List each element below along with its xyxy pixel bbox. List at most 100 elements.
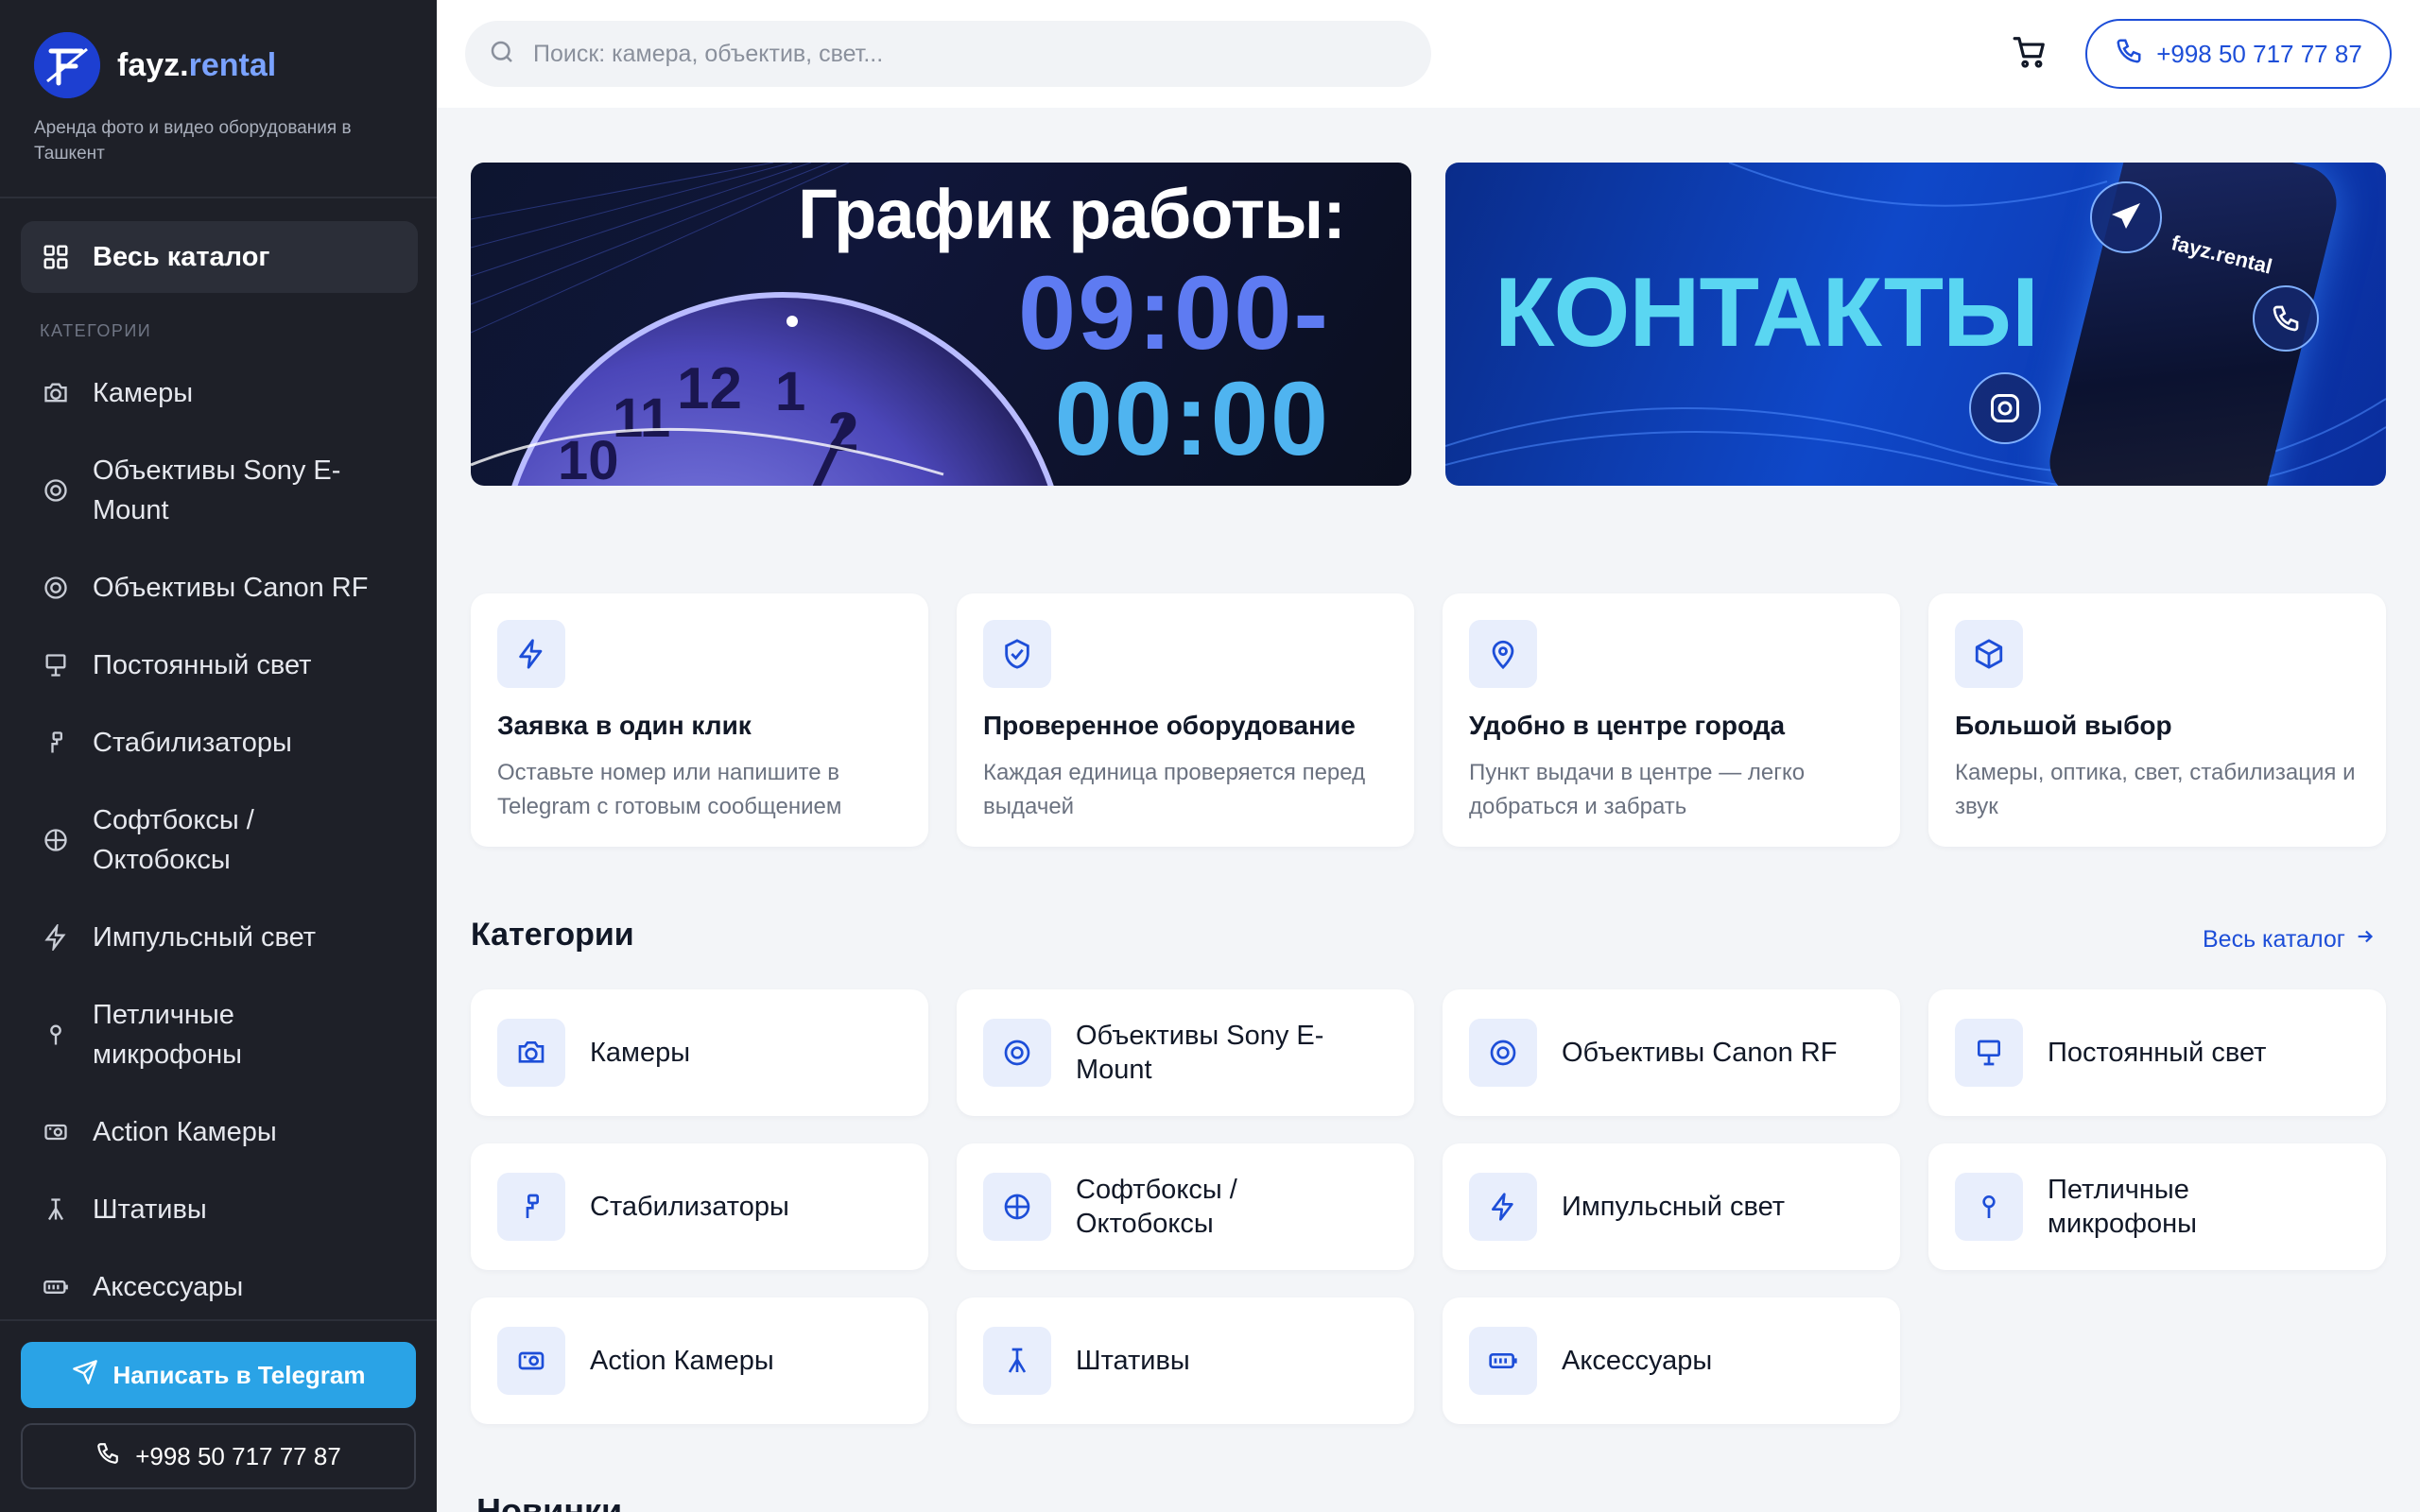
map-pin-icon	[1469, 620, 1537, 688]
light-panel-icon	[40, 649, 72, 681]
sidebar: fayz.rental Аренда фото и видео оборудов…	[0, 0, 437, 1512]
sidebar-item-label: Штативы	[93, 1194, 207, 1225]
category-label: Постоянный свет	[2048, 1038, 2267, 1068]
gimbal-icon	[497, 1173, 565, 1241]
contacts-title: КОНТАКТЫ	[1495, 258, 2039, 368]
feature-title: Большой выбор	[1955, 711, 2172, 740]
phone-icon	[95, 1441, 120, 1472]
category-card-cameras[interactable]: Камеры	[471, 989, 928, 1116]
sidebar-item-canon-lenses[interactable]: Объективы Canon RF	[21, 568, 418, 608]
box-icon	[1955, 620, 2023, 688]
all-catalog-link[interactable]: Весь каталог	[2203, 926, 2376, 954]
category-card-accessories[interactable]: Аксессуары	[1443, 1297, 1900, 1424]
feature-description: Пункт выдачи в центре — легко добраться …	[1469, 760, 1806, 819]
phone-brand-text: fayz.rental	[2169, 231, 2275, 279]
lens-icon	[40, 474, 72, 507]
sidebar-item-label: Аксессуары	[93, 1272, 244, 1302]
telegram-button-label: Написать в Telegram	[112, 1360, 366, 1389]
gimbal-icon	[40, 727, 72, 759]
grid-icon	[40, 241, 72, 273]
brand-name: fayz.rental	[117, 46, 277, 83]
camera-icon	[497, 1019, 565, 1087]
category-card-canon-lenses[interactable]: Объективы Canon RF	[1443, 989, 1900, 1116]
category-label: Объективы Canon RF	[1562, 1038, 1838, 1068]
svg-text:12: 12	[677, 356, 742, 421]
category-card-flash[interactable]: Импульсный свет	[1443, 1143, 1900, 1270]
category-card-microphones[interactable]: Петличные микрофоны	[1928, 1143, 2386, 1270]
camera-icon	[40, 377, 72, 409]
instagram-icon	[1969, 372, 2041, 444]
sidebar-item-microphones[interactable]: Петличные микрофоны	[21, 995, 418, 1074]
header-phone-label: +998 50 717 77 87	[2156, 39, 2362, 68]
category-label: Стабилизаторы	[590, 1192, 789, 1222]
category-card-continuous-light[interactable]: Постоянный свет	[1928, 989, 2386, 1116]
sidebar-item-tripods[interactable]: Штативы	[21, 1190, 418, 1229]
sidebar-item-label: Петличные микрофоны	[93, 1000, 242, 1070]
sidebar-item-label: Объективы Canon RF	[93, 573, 369, 603]
sidebar-phone-button[interactable]: +998 50 717 77 87	[21, 1423, 416, 1489]
sidebar-item-all-catalog[interactable]: Весь каталог	[21, 221, 418, 293]
category-card-tripods[interactable]: Штативы	[957, 1297, 1414, 1424]
sidebar-item-softboxes[interactable]: Софтбоксы / Октобоксы	[21, 800, 418, 880]
categories-heading: КАТЕГОРИИ	[40, 321, 152, 340]
sidebar-item-accessories[interactable]: Аксессуары	[21, 1267, 418, 1307]
shield-check-icon	[983, 620, 1051, 688]
feature-title: Проверенное оборудование	[983, 711, 1356, 740]
softbox-icon	[40, 824, 72, 856]
arrow-right-icon	[2355, 926, 2376, 954]
cart-button[interactable]	[2012, 34, 2049, 72]
microphone-icon	[1955, 1173, 2023, 1241]
header-phone-button[interactable]: +998 50 717 77 87	[2085, 19, 2392, 89]
sidebar-phone-label: +998 50 717 77 87	[135, 1441, 341, 1470]
feature-card: Проверенное оборудование Каждая единица …	[957, 593, 1414, 847]
contacts-banner[interactable]: КОНТАКТЫ fayz.rental	[1445, 163, 2386, 486]
tripod-icon	[40, 1194, 72, 1226]
battery-icon	[40, 1271, 72, 1303]
sidebar-item-label: Объективы Sony E-Mount	[93, 455, 341, 525]
microphone-icon	[40, 1019, 72, 1051]
sidebar-item-cameras[interactable]: Камеры	[21, 373, 418, 413]
lightning-icon	[497, 620, 565, 688]
sidebar-item-label: Стабилизаторы	[93, 728, 292, 758]
light-panel-icon	[1955, 1019, 2023, 1087]
category-card-action-cameras[interactable]: Action Камеры	[471, 1297, 928, 1424]
brand-home-link[interactable]: fayz.rental	[34, 32, 403, 98]
category-label: Action Камеры	[590, 1346, 774, 1376]
search-icon	[488, 38, 516, 71]
feature-title: Заявка в один клик	[497, 711, 752, 740]
sidebar-item-label: Весь каталог	[93, 241, 270, 272]
category-label: Камеры	[590, 1038, 691, 1068]
top-bar: +998 50 717 77 87	[437, 0, 2420, 108]
category-card-softboxes[interactable]: Софтбоксы / Октобоксы	[957, 1143, 1414, 1270]
battery-icon	[1469, 1327, 1537, 1395]
svg-text:1: 1	[775, 361, 805, 422]
phone-icon	[2253, 285, 2319, 352]
svg-text:11: 11	[613, 387, 670, 449]
search-box[interactable]	[465, 21, 1431, 87]
schedule-banner[interactable]: 12 11 10 1 2 График работы: 09:00- 00:00	[471, 163, 1411, 486]
lens-icon	[1469, 1019, 1537, 1087]
feature-description: Каждая единица проверяется перед выдачей	[983, 760, 1366, 819]
category-label: Аксессуары	[1562, 1346, 1713, 1376]
phone-icon	[2115, 37, 2143, 72]
sidebar-item-sony-lenses[interactable]: Объективы Sony E-Mount	[21, 451, 418, 530]
sidebar-item-label: Импульсный свет	[93, 922, 317, 953]
sidebar-item-flash[interactable]: Импульсный свет	[21, 918, 418, 957]
flash-icon	[40, 921, 72, 954]
sidebar-item-action-cameras[interactable]: Action Камеры	[21, 1112, 418, 1152]
schedule-title: График работы:	[798, 175, 1346, 253]
brand-block: fayz.rental Аренда фото и видео оборудов…	[0, 0, 437, 198]
category-card-sony-lenses[interactable]: Объективы Sony E-Mount	[957, 989, 1414, 1116]
sidebar-item-label: Постоянный свет	[93, 650, 312, 680]
lens-icon	[983, 1019, 1051, 1087]
sidebar-item-label: Камеры	[93, 378, 194, 408]
search-input[interactable]	[533, 40, 1384, 68]
sidebar-item-label: Action Камеры	[93, 1117, 277, 1147]
category-card-stabilizers[interactable]: Стабилизаторы	[471, 1143, 928, 1270]
sidebar-item-stabilizers[interactable]: Стабилизаторы	[21, 723, 418, 763]
category-label: Импульсный свет	[1562, 1192, 1786, 1222]
telegram-button[interactable]: Написать в Telegram	[21, 1342, 416, 1408]
feature-card: Удобно в центре города Пункт выдачи в це…	[1443, 593, 1900, 847]
sidebar-item-continuous-light[interactable]: Постоянный свет	[21, 645, 418, 685]
category-label: Штативы	[1076, 1346, 1190, 1376]
